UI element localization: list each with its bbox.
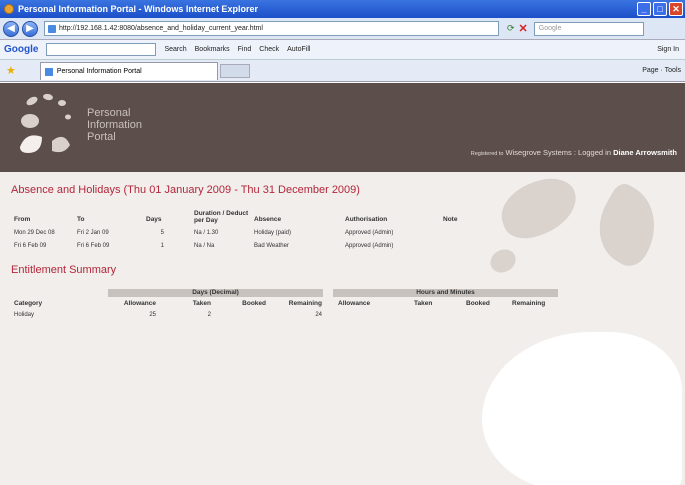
favorites-star-icon[interactable]: ★ <box>6 64 16 77</box>
portal-logo <box>20 93 71 153</box>
col-booked-hours: Booked <box>466 300 490 307</box>
tools-menu[interactable]: Tools <box>665 67 681 74</box>
decorative-shape <box>486 244 520 278</box>
entitlement-heading: Entitlement Summary <box>11 264 117 276</box>
google-toolbar: Google Search Bookmarks Find Check AutoF… <box>0 40 685 60</box>
command-bar: Page · Tools <box>642 67 681 74</box>
new-tab-button[interactable] <box>219 63 250 78</box>
col-remaining-hours: Remaining <box>512 300 546 307</box>
col-taken-hours: Taken <box>414 300 433 307</box>
decorative-shape <box>482 332 682 485</box>
find-button[interactable]: Find <box>238 46 252 53</box>
decorative-shape <box>584 179 672 273</box>
col-from: From <box>14 216 31 223</box>
url-field[interactable]: http://192.168.1.42:8080/absence_and_hol… <box>44 21 499 36</box>
col-days: Days <box>146 216 162 223</box>
forward-button[interactable]: ▶ <box>22 20 38 37</box>
close-button[interactable]: ✕ <box>669 2 683 16</box>
col-remaining: Remaining <box>288 300 322 307</box>
tab-bar: ★ Personal Information Portal Page · Too… <box>0 60 685 82</box>
window-titlebar: Personal Information Portal - Windows In… <box>0 0 685 18</box>
portal-header: Personal Information Portal Registered t… <box>0 83 685 172</box>
col-absence: Absence <box>254 216 282 223</box>
minimize-button[interactable]: _ <box>637 2 651 16</box>
col-duration: Duration / Deduct per Day <box>194 210 249 224</box>
search-button[interactable]: Search <box>164 46 186 53</box>
col-to: To <box>77 216 85 223</box>
check-button[interactable]: Check <box>259 46 279 53</box>
col-booked: Booked <box>242 300 266 307</box>
google-search-input[interactable] <box>46 43 157 56</box>
tab-portal[interactable]: Personal Information Portal <box>39 61 218 80</box>
logged-in-user: Diane Arrowsmith <box>613 148 677 157</box>
col-taken: Taken <box>192 300 211 307</box>
registration-info: Registered to Wisegrove Systems : Logged… <box>470 148 677 157</box>
absence-heading: Absence and Holidays (Thu 01 January 200… <box>11 184 360 196</box>
col-allowance-hours: Allowance <box>338 300 371 307</box>
page-menu[interactable]: Page <box>642 67 658 74</box>
portal-title: Personal Information Portal <box>87 107 143 143</box>
sign-in-button[interactable]: Sign In <box>657 46 679 53</box>
window-title: Personal Information Portal - Windows In… <box>18 4 258 14</box>
hours-band: Hours and Minutes <box>333 289 558 297</box>
maximize-button[interactable]: □ <box>653 2 667 16</box>
autofill-button[interactable]: AutoFill <box>287 46 310 53</box>
google-logo: Google <box>4 44 39 55</box>
col-allowance: Allowance <box>123 300 156 307</box>
decorative-shape <box>493 172 585 246</box>
ie-icon <box>4 4 14 14</box>
refresh-icon[interactable]: ⟳ <box>507 23 515 34</box>
search-input[interactable]: Google <box>533 21 644 36</box>
stop-icon[interactable]: ✕ <box>519 22 528 35</box>
col-category: Category <box>14 300 43 307</box>
col-authorisation: Authorisation <box>345 216 388 223</box>
back-button[interactable]: ◀ <box>3 20 19 37</box>
main-content: Absence and Holidays (Thu 01 January 200… <box>0 172 685 485</box>
address-bar: ◀ ▶ http://192.168.1.42:8080/absence_and… <box>0 18 685 40</box>
bookmarks-button[interactable]: Bookmarks <box>195 46 230 53</box>
col-note: Note <box>443 216 458 223</box>
days-band: Days (Decimal) <box>108 289 323 297</box>
